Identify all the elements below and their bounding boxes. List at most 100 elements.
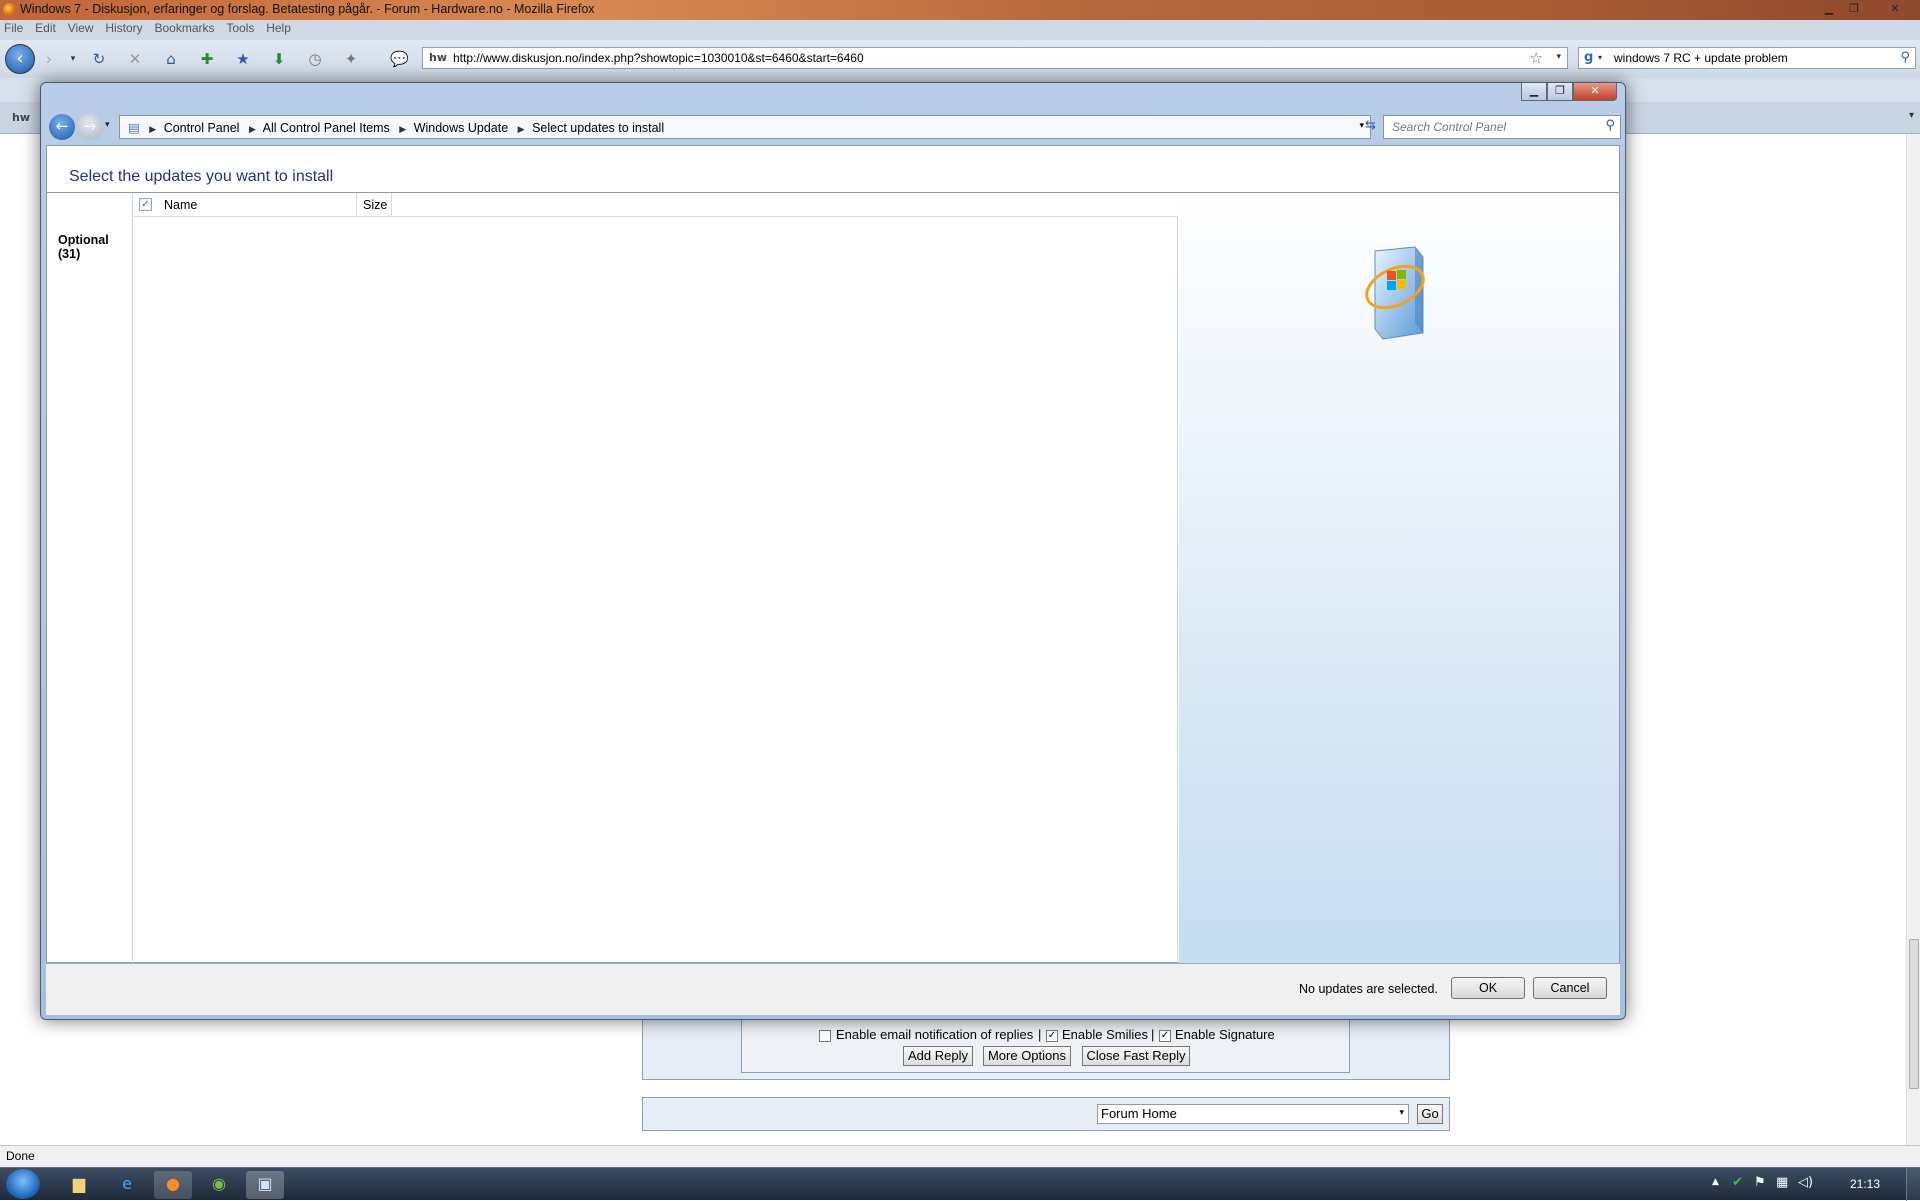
select-all-checkbox[interactable]: ✓ [139,198,152,211]
go-button[interactable]: Go [1417,1104,1443,1124]
menu-history[interactable]: History [101,20,146,36]
dialog-maximize-icon[interactable]: ❐ [1547,83,1573,101]
scrollbar-thumb[interactable] [1909,939,1919,1089]
action-center-icon[interactable]: ⚑ [1754,1175,1766,1190]
forum-jump-select[interactable]: Forum Home ▾ [1097,1104,1409,1124]
signature-label: Enable Signature [1175,1027,1275,1042]
category-optional[interactable]: Optional (31) [58,233,132,261]
clock[interactable]: 21:13 [1850,1177,1880,1191]
site-favicon: hw [429,51,447,64]
firefox-icon [3,3,16,16]
taskbar: ▆ e ● ◉ ▣ ▲ ✔ ⚑ ▦ ◁) 21:13 [0,1167,1920,1201]
dialog-back-icon[interactable]: ← [49,114,75,140]
breadcrumb-windows-update[interactable]: Windows Update [414,121,509,135]
forum-jump-box: Forum Home ▾ Go [642,1097,1450,1131]
dialog-forward-icon[interactable]: → [77,114,103,140]
google-icon[interactable]: g [1584,50,1593,65]
tab-list-icon[interactable]: ▾ [1909,110,1914,121]
menu-edit[interactable]: Edit [31,20,60,36]
url-text[interactable]: http://www.diskusjon.no/index.php?showto… [453,51,864,65]
column-divider[interactable] [356,193,357,217]
menu-bookmarks[interactable]: Bookmarks [150,20,218,36]
bookmarks-icon[interactable]: ★ [234,50,252,68]
windows-update-dialog: ▁ ❐ ✕ ← → ▾ ▤ ▶ Control Panel ▶ All Contro… [40,82,1626,1020]
smilies-label: Enable Smilies [1062,1027,1148,1042]
dialog-content: Select the updates you want to install O… [46,145,1620,963]
search-text[interactable]: windows 7 RC + update problem [1614,51,1788,65]
show-desktop-button[interactable] [1906,1168,1920,1201]
details-pane [1179,193,1619,963]
add-bookmark-icon[interactable]: ✚ [198,50,216,68]
fast-reply-options: Enable email notification of replies | ✓… [741,1017,1350,1073]
start-button[interactable] [6,1169,40,1199]
downloads-icon[interactable]: ⬇ [270,50,288,68]
refresh-icon[interactable]: ⇆ [1365,118,1376,133]
ok-button[interactable]: OK [1451,977,1525,999]
tab-favicon: hw [12,111,30,124]
addons-icon[interactable]: ✦ [342,50,360,68]
star-icon[interactable]: ☆ [1530,49,1543,67]
smilies-checkbox[interactable]: ✓ [1046,1030,1058,1042]
search-icon[interactable]: ⚲ [1605,118,1615,133]
search-box[interactable]: g ▾ windows 7 RC + update problem ⚲ [1578,47,1916,69]
add-reply-button[interactable]: Add Reply [903,1046,973,1066]
dialog-footer: No updates are selected. OK Cancel [46,963,1620,1015]
chevron-right-icon[interactable]: ▶ [518,124,525,134]
recent-pages-icon[interactable]: ▾ [105,120,110,130]
page-scrollbar[interactable] [1906,134,1920,1145]
forum-jump-value: Forum Home [1101,1106,1177,1121]
forward-icon[interactable]: › [40,50,58,68]
close-fast-reply-button[interactable]: Close Fast Reply [1082,1046,1190,1066]
url-dropdown-icon[interactable]: ▾ [1556,52,1561,62]
breadcrumb-all-items[interactable]: All Control Panel Items [263,121,390,135]
maximize-icon[interactable]: ❐ [1845,2,1863,16]
network-icon[interactable]: ▦ [1776,1175,1788,1190]
menu-file[interactable]: File [0,20,27,36]
history-icon[interactable]: ◷ [306,50,324,68]
firefox-title-bar: Windows 7 - Diskusjon, erfaringer og for… [0,0,1920,20]
column-size[interactable]: Size [363,198,387,212]
page-title: Select the updates you want to install [69,168,334,185]
chevron-right-icon[interactable]: ▶ [149,124,156,134]
firefox-taskbar-icon[interactable]: ● [154,1171,192,1199]
chevron-right-icon[interactable]: ▶ [249,124,256,134]
minimize-icon[interactable]: ▁ [1820,2,1838,16]
menu-tools[interactable]: Tools [222,20,258,36]
dialog-minimize-icon[interactable]: ▁ [1521,83,1547,101]
tray-expand-icon[interactable]: ▲ [1712,1177,1719,1187]
engine-dropdown-icon[interactable]: ▾ [1598,53,1602,62]
security-tray-icon[interactable]: ✔ [1732,1175,1743,1190]
column-name[interactable]: Name [164,198,197,212]
home-icon[interactable]: ⌂ [162,50,180,68]
column-divider[interactable] [391,193,392,217]
more-options-button[interactable]: More Options [983,1046,1071,1066]
internet-explorer-taskbar-icon[interactable]: e [108,1171,146,1199]
address-dropdown-icon[interactable]: ▾ [1359,121,1364,131]
speech-bubble-icon[interactable]: 💬 [390,50,409,68]
search-icon[interactable]: ⚲ [1900,50,1910,65]
email-notification-checkbox[interactable] [819,1030,831,1042]
spotify-taskbar-icon[interactable]: ◉ [200,1171,238,1199]
volume-icon[interactable]: ◁) [1798,1175,1813,1190]
status-text: Done [6,1149,35,1163]
separator: | [1038,1027,1042,1042]
breadcrumb-control-panel[interactable]: Control Panel [164,121,240,135]
signature-checkbox[interactable]: ✓ [1159,1030,1171,1042]
control-panel-search[interactable]: Search Control Panel ⚲ [1383,115,1621,139]
dialog-address-bar[interactable]: ▤ ▶ Control Panel ▶ All Control Panel It… [119,115,1371,139]
breadcrumb-select-updates[interactable]: Select updates to install [532,121,664,135]
window-title: Windows 7 - Diskusjon, erfaringer og for… [20,2,595,16]
back-icon[interactable]: ‹ [5,44,35,74]
control-panel-taskbar-icon[interactable]: ▣ [246,1171,284,1199]
reload-icon[interactable]: ↻ [90,50,108,68]
history-dropdown-icon[interactable]: ▾ [64,50,82,68]
close-icon[interactable]: ✕ [1886,2,1904,16]
url-bar[interactable]: hw http://www.diskusjon.no/index.php?sho… [422,47,1568,69]
chevron-right-icon[interactable]: ▶ [399,124,406,134]
cancel-button[interactable]: Cancel [1533,977,1607,999]
menu-view[interactable]: View [64,20,98,36]
stop-icon[interactable]: ✕ [126,50,144,68]
menu-help[interactable]: Help [262,20,295,36]
dialog-close-icon[interactable]: ✕ [1573,83,1617,101]
explorer-taskbar-icon[interactable]: ▆ [60,1171,98,1199]
